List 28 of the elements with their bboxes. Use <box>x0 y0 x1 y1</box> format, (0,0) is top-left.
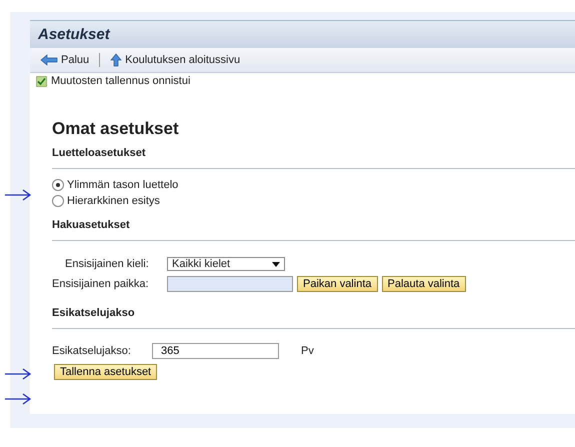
radio-button[interactable] <box>52 195 64 207</box>
radio-option[interactable]: Ylimmän tason luettelo <box>52 179 575 191</box>
section-heading: Hakuasetukset <box>52 219 131 231</box>
up-arrow-icon <box>110 53 122 67</box>
section-heading: Esikatselujakso <box>52 307 136 319</box>
status-message: Muutosten tallennus onnistui <box>51 75 190 87</box>
section-heading: Luetteloasetukset <box>52 147 147 159</box>
save-button[interactable]: Tallenna asetukset <box>54 364 158 380</box>
preview-field[interactable]: 365 <box>152 343 279 359</box>
action-button[interactable]: Paikan valinta <box>297 276 378 292</box>
toolbar-link[interactable]: Paluu <box>40 54 90 66</box>
language-dropdown[interactable]: Kaikki kielet <box>167 257 285 271</box>
field-label: Ensisijainen paikka: <box>52 278 150 290</box>
window-title: Asetukset <box>30 20 575 48</box>
arrow-annotation-icon <box>4 392 32 406</box>
radio-button[interactable] <box>52 179 64 191</box>
arrow-annotation-icon <box>4 367 32 381</box>
field-label: Esikatselujakso: <box>52 345 132 357</box>
unit-label: Pv <box>301 345 314 357</box>
radio-option[interactable]: Hierarkkinen esitys <box>52 195 575 207</box>
action-button[interactable]: Palauta valinta <box>382 276 466 292</box>
page-title: Omat asetukset <box>52 119 180 139</box>
field-label: Ensisijainen kieli: <box>64 258 150 270</box>
place-field[interactable] <box>167 276 293 292</box>
arrow-annotation-icon <box>4 188 32 202</box>
toolbar-link[interactable]: Koulutuksen aloitussivu <box>110 53 240 67</box>
dropdown-caret-icon <box>272 262 280 266</box>
back-arrow-icon <box>40 54 58 66</box>
